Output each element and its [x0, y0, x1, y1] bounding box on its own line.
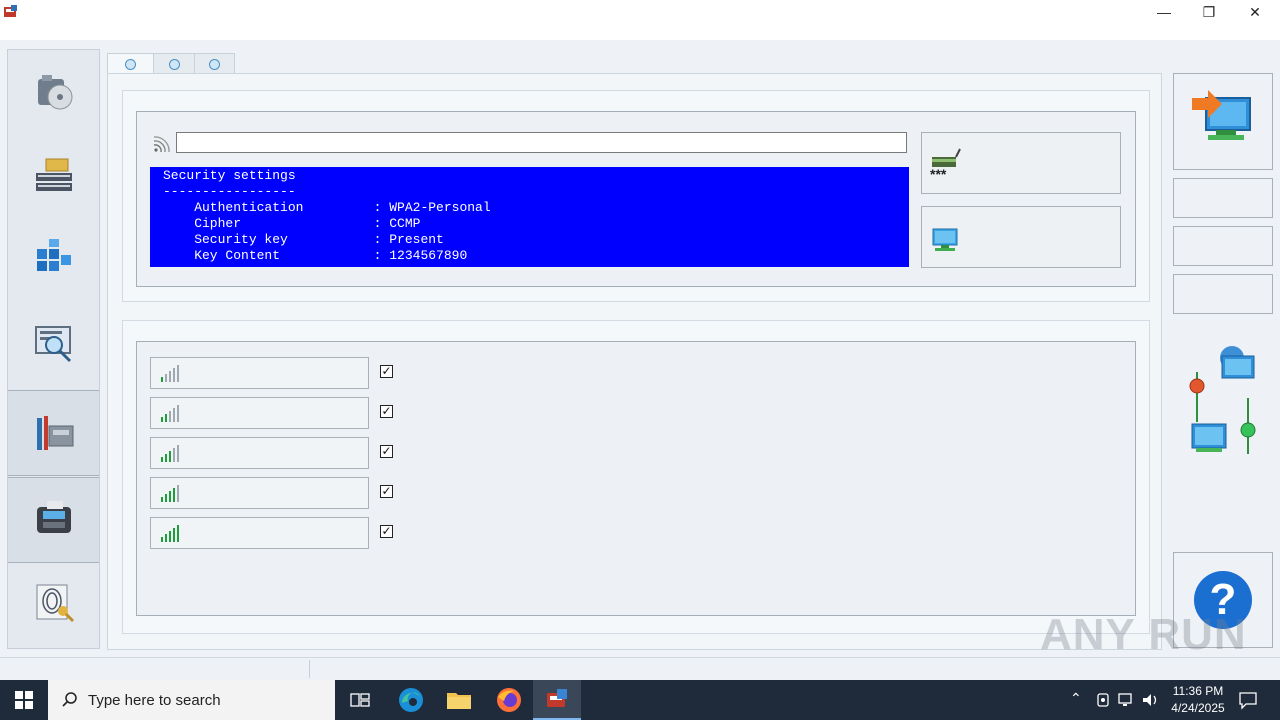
tab-1[interactable]	[107, 53, 154, 75]
signal-bars-icon	[161, 525, 179, 542]
signal-row-4-checkbox[interactable]: ✓	[380, 485, 393, 498]
connect-network-button[interactable]	[921, 206, 1121, 268]
monitor-magnifier-icon	[34, 326, 71, 363]
restore-button[interactable]: ❐	[1186, 0, 1232, 24]
svg-text:***: ***	[930, 166, 947, 181]
right-action-button-2[interactable]	[1173, 226, 1273, 266]
nav-item-storage[interactable]	[8, 134, 99, 218]
title-bar	[0, 0, 1280, 40]
show-key-button[interactable]: ***	[921, 132, 1121, 194]
windows-icon	[15, 691, 33, 709]
tray-chevron-icon[interactable]: ⌃	[1070, 690, 1082, 707]
signal-bars-icon	[161, 365, 179, 382]
network-transfer-button[interactable]	[1173, 73, 1273, 170]
check-icon: ✓	[381, 524, 392, 538]
signal-row-1-checkbox[interactable]: ✓	[380, 365, 393, 378]
nav-item-monitor[interactable]	[8, 302, 99, 386]
right-action-button-3[interactable]	[1173, 274, 1273, 314]
firefox-icon	[497, 688, 521, 712]
signal-bars-icon	[161, 485, 179, 502]
minimize-button[interactable]: —	[1141, 0, 1187, 24]
tab-dot-icon	[209, 58, 220, 70]
status-divider	[309, 660, 310, 678]
security-settings-panel: Security settings ----------------- Auth…	[150, 167, 909, 267]
tray-volume-icon[interactable]	[1142, 692, 1160, 708]
search-icon	[62, 692, 77, 707]
file-explorer-button[interactable]	[436, 680, 482, 720]
edge-icon	[399, 688, 423, 712]
signal-bars-icon	[161, 405, 179, 422]
task-view-button[interactable]	[337, 680, 383, 720]
right-action-button-1[interactable]	[1173, 178, 1273, 218]
taskbar-search[interactable]: Type here to search	[48, 680, 335, 720]
check-icon: ✓	[381, 404, 392, 418]
wifi-signal-icon	[153, 136, 170, 153]
network-topology-icon	[1189, 346, 1256, 454]
server-stack-icon	[35, 158, 72, 191]
signal-row-5[interactable]	[150, 517, 369, 549]
card-terminal-icon	[36, 501, 71, 533]
signal-row-3-checkbox[interactable]: ✓	[380, 445, 393, 458]
signal-row-5-checkbox[interactable]: ✓	[380, 525, 393, 538]
close-button[interactable]: ✕	[1232, 0, 1278, 24]
tray-network-icon[interactable]	[1118, 692, 1136, 708]
clock-date: 4/24/2025	[1171, 701, 1225, 715]
taskbar-clock[interactable]: 11:36 PM 4/24/2025	[1160, 683, 1236, 717]
tab-2[interactable]	[153, 53, 195, 74]
notification-icon[interactable]	[1238, 690, 1258, 710]
app-icon	[4, 5, 17, 17]
cube-blocks-icon	[36, 239, 71, 271]
tab-dot-icon	[168, 58, 180, 70]
network-arrow-icon	[1192, 90, 1251, 140]
tab-dot-icon	[125, 59, 136, 70]
nav-item-registry[interactable]	[8, 218, 99, 302]
start-button[interactable]	[0, 680, 48, 720]
nav-item-tools[interactable]	[8, 390, 99, 476]
active-app-taskbar-button[interactable]	[533, 680, 581, 720]
ssid-input[interactable]	[176, 132, 907, 153]
check-icon: ✓	[381, 364, 392, 378]
search-placeholder: Type here to search	[88, 691, 221, 709]
check-icon: ✓	[381, 484, 392, 498]
signal-row-4[interactable]	[150, 477, 369, 509]
signal-row-1[interactable]	[150, 357, 369, 389]
nav-item-media[interactable]	[8, 50, 99, 134]
edge-taskbar-button[interactable]	[388, 680, 434, 720]
nav-item-terminal[interactable]	[8, 477, 99, 563]
tray-device-icon[interactable]	[1096, 692, 1110, 708]
camera-disc-icon	[37, 75, 72, 110]
signal-row-3[interactable]	[150, 437, 369, 469]
firefox-button[interactable]	[486, 680, 532, 720]
nav-item-security[interactable]	[8, 560, 99, 644]
status-bar	[0, 657, 1280, 681]
clock-time: 11:36 PM	[1172, 684, 1224, 698]
folder-icon	[447, 693, 471, 709]
fingerprint-key-icon	[36, 584, 74, 623]
check-icon: ✓	[381, 444, 392, 458]
signal-row-2[interactable]	[150, 397, 369, 429]
tab-3[interactable]	[194, 53, 235, 74]
signal-row-2-checkbox[interactable]: ✓	[380, 405, 393, 418]
watermark: ANY RUN	[1040, 610, 1247, 659]
left-nav-rail	[7, 49, 100, 649]
router-password-icon: ***	[930, 148, 961, 181]
signal-bars-icon	[161, 445, 179, 462]
tools-computer-icon	[36, 416, 73, 450]
network-monitor-icon	[932, 228, 958, 251]
app-taskbar-icon	[547, 689, 567, 707]
task-view-icon	[350, 693, 370, 707]
